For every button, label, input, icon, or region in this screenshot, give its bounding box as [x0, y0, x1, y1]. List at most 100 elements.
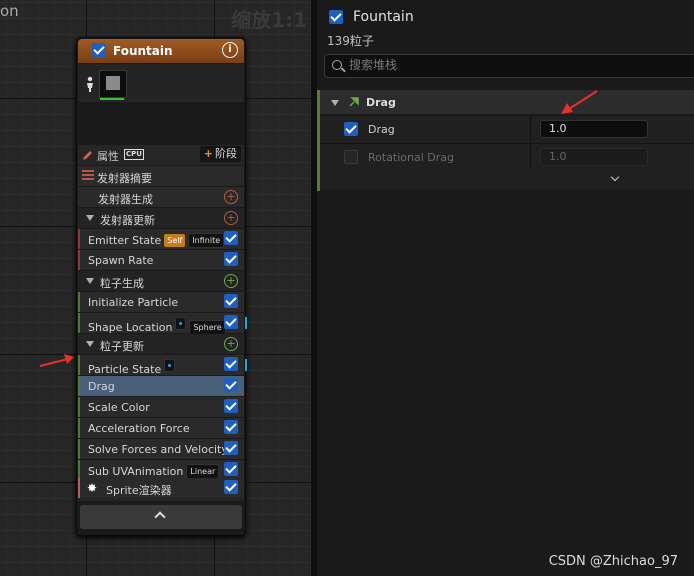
thumbnail-row [78, 64, 244, 102]
module-label: Initialize Particle [88, 296, 179, 309]
annotation-arrow-left [39, 354, 74, 367]
section-emitter-update[interactable]: 发射器更新 + [78, 208, 244, 228]
section-emitter-spawn[interactable]: 发射器生成 + [78, 187, 244, 207]
annotation-arrow-right [561, 90, 598, 114]
emitter-summary-label: 发射器摘要 [97, 172, 152, 185]
list-icon [82, 170, 94, 180]
properties-row[interactable]: 属性 CPU + 阶段 [78, 145, 244, 165]
cpu-icon: CPU [124, 149, 144, 160]
search-icon [332, 60, 342, 70]
module-enabled-checkbox[interactable] [224, 399, 238, 413]
module-sprite-renderer[interactable]: ✸ Sprite渲染器 [78, 478, 244, 498]
pencil-icon [83, 151, 92, 160]
emitter-thumbnail[interactable] [99, 70, 127, 98]
module-enabled-checkbox[interactable] [224, 315, 238, 329]
module-label-wrap: Particle State [88, 359, 176, 376]
section-label: 粒子更新 [100, 340, 144, 353]
module-scale-color[interactable]: Scale Color [78, 397, 244, 417]
emitter-node[interactable]: Fountain i 属性 CPU + 阶段 发射器摘要 发射器生成 + 发射器… [76, 37, 247, 536]
rotational-drag-value-field[interactable]: 1.0 [540, 148, 648, 166]
module-leaf-icon [349, 97, 359, 107]
dot-badge-icon [164, 359, 176, 372]
module-enabled-checkbox[interactable] [224, 357, 238, 371]
add-module-icon[interactable]: + [224, 211, 238, 225]
column-divider[interactable] [530, 144, 531, 171]
node-header[interactable]: Fountain i [78, 39, 244, 63]
collapse-arrow-icon[interactable] [331, 100, 339, 106]
dot-badge-icon [175, 317, 187, 330]
module-label: Solve Forces and Velocity [88, 443, 228, 456]
collapse-node-button[interactable] [80, 505, 242, 529]
drag-value-field[interactable]: 1.0 [540, 120, 648, 138]
add-module-icon[interactable]: + [224, 337, 238, 351]
rotational-drag-property-row: Rotational Drag 1.0 [320, 144, 694, 172]
linear-badge: Linear [186, 464, 220, 479]
stage-label: 阶段 [215, 147, 237, 160]
module-shape-location[interactable]: Shape Location Sphere [78, 313, 247, 335]
module-enabled-checkbox[interactable] [224, 441, 238, 455]
column-divider[interactable] [530, 116, 531, 143]
module-label: Particle State [88, 363, 162, 376]
module-label-wrap: Emitter State Self Infinite [88, 233, 225, 248]
collapse-arrow-icon[interactable] [86, 215, 94, 221]
infinite-badge: Infinite [188, 233, 225, 248]
person-icon [87, 76, 93, 92]
module-label-wrap: Sub UVAnimation Linear [88, 464, 220, 479]
search-stack-field[interactable] [324, 54, 694, 78]
module-sub-uv-animation[interactable]: Sub UVAnimation Linear [78, 460, 244, 480]
rotational-drag-checkbox[interactable] [344, 150, 358, 164]
module-initialize-particle[interactable]: Initialize Particle [78, 292, 244, 312]
property-name: Drag [368, 123, 395, 136]
drag-category: Drag Drag 1.0 Rotational Drag 1.0 [317, 90, 694, 191]
module-particle-state[interactable]: Particle State [78, 355, 247, 376]
node-title: Fountain [113, 44, 173, 58]
module-enabled-checkbox[interactable] [224, 420, 238, 434]
sphere-badge: Sphere [189, 320, 226, 335]
add-stage-button[interactable]: + 阶段 [199, 146, 241, 162]
search-input[interactable] [347, 57, 671, 73]
chevron-up-icon [154, 511, 166, 523]
module-emitter-state[interactable]: Emitter State Self Infinite [78, 229, 244, 249]
node-enabled-checkbox[interactable] [92, 43, 106, 57]
collapse-arrow-icon[interactable] [86, 341, 94, 347]
section-particle-spawn[interactable]: 粒子生成 + [78, 271, 244, 291]
module-label: Sub UVAnimation [88, 465, 184, 478]
module-enabled-checkbox[interactable] [224, 480, 238, 494]
module-enabled-checkbox[interactable] [224, 252, 238, 266]
section-label: 发射器更新 [100, 214, 155, 227]
module-enabled-checkbox[interactable] [224, 462, 238, 476]
info-icon[interactable]: i [222, 42, 238, 58]
particle-count: 139粒子 [327, 34, 374, 48]
drag-enabled-checkbox[interactable] [344, 122, 358, 136]
module-solve-forces[interactable]: Solve Forces and Velocity [78, 439, 244, 459]
module-enabled-checkbox[interactable] [224, 231, 238, 245]
sprite-burst-icon: ✸ [87, 481, 98, 495]
module-label: Sprite渲染器 [106, 484, 172, 497]
chevron-down-icon [610, 172, 620, 182]
add-module-icon[interactable]: + [224, 190, 238, 204]
emitter-enabled-checkbox[interactable] [329, 10, 343, 24]
collapse-arrow-icon[interactable] [86, 278, 94, 284]
category-header[interactable]: Drag [320, 90, 694, 114]
watermark: CSDN @Zhichao_97 [548, 554, 678, 569]
property-name: Rotational Drag [368, 151, 455, 164]
zoom-label: 缩放1:1 [231, 8, 307, 32]
section-particle-update[interactable]: 粒子更新 + [78, 334, 244, 354]
module-drag[interactable]: Drag [78, 376, 244, 396]
details-panel: Fountain 139粒子 Drag Drag 1.0 Rotational … [317, 0, 694, 576]
dependency-marker [245, 317, 247, 329]
module-label: Emitter State [88, 234, 162, 247]
module-label-wrap: Shape Location Sphere [88, 317, 226, 335]
module-enabled-checkbox[interactable] [224, 294, 238, 308]
expand-advanced-button[interactable] [320, 170, 694, 190]
module-acceleration-force[interactable]: Acceleration Force [78, 418, 244, 438]
panel-title: Fountain [353, 9, 414, 25]
drag-property-row: Drag 1.0 [320, 116, 694, 144]
graph-title: on [0, 2, 19, 20]
emitter-summary-row[interactable]: 发射器摘要 [78, 166, 244, 186]
category-name: Drag [366, 96, 396, 109]
module-enabled-checkbox[interactable] [224, 378, 238, 392]
module-label: Drag [88, 380, 115, 393]
module-spawn-rate[interactable]: Spawn Rate [78, 250, 244, 270]
add-module-icon[interactable]: + [224, 274, 238, 288]
